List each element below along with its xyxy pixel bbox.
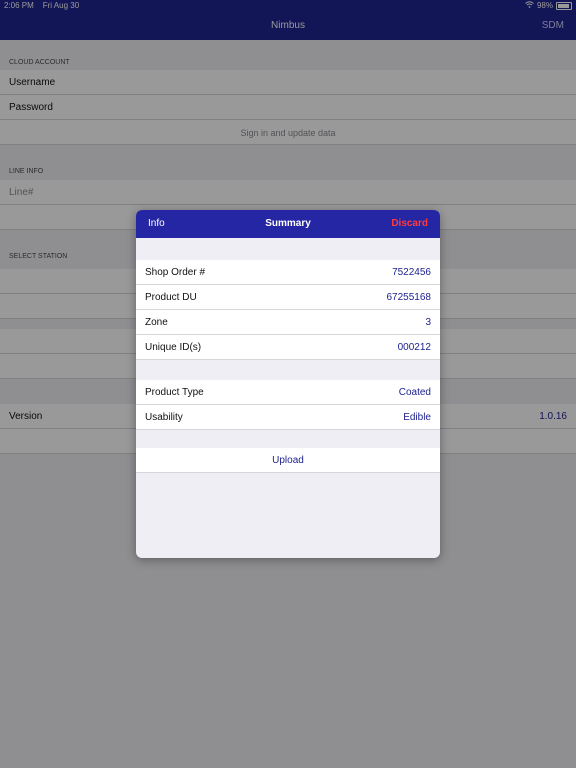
row-label: Zone	[145, 317, 168, 328]
summary-row-product-du: Product DU 67255168	[136, 285, 440, 310]
discard-button[interactable]: Discard	[391, 218, 428, 229]
row-label: Product Type	[145, 387, 204, 398]
upload-button[interactable]: Upload	[136, 448, 440, 473]
row-label: Usability	[145, 412, 183, 423]
row-value: 67255168	[386, 292, 432, 303]
row-value: 000212	[397, 342, 431, 353]
summary-row-unique-ids: Unique ID(s) 000212	[136, 335, 440, 360]
summary-row-product-type: Product Type Coated	[136, 380, 440, 405]
section-spacer	[136, 360, 440, 380]
row-value: Coated	[398, 387, 431, 398]
section-spacer	[136, 238, 440, 260]
summary-row-usability: Usability Edible	[136, 405, 440, 430]
summary-row-shop-order: Shop Order # 7522456	[136, 260, 440, 285]
row-label: Product DU	[145, 292, 197, 303]
summary-header: Info Summary Discard	[136, 210, 440, 238]
section-spacer	[136, 430, 440, 448]
summary-modal: Info Summary Discard Shop Order # 752245…	[136, 210, 440, 558]
summary-row-zone: Zone 3	[136, 310, 440, 335]
row-value: 3	[425, 317, 431, 328]
row-value: Edible	[403, 412, 431, 423]
row-value: 7522456	[392, 267, 431, 278]
upload-label: Upload	[272, 455, 304, 466]
row-label: Shop Order #	[145, 267, 206, 278]
row-label: Unique ID(s)	[145, 342, 202, 353]
